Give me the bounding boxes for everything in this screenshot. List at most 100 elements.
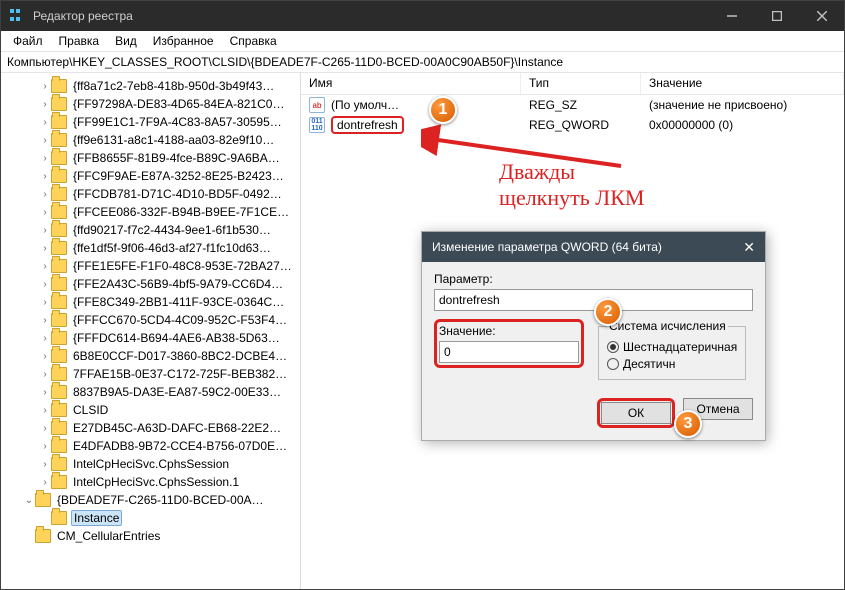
tree-item[interactable]: › E27DB45C-A63D-DAFC-EB68-22E2… — [1, 419, 300, 437]
expand-icon[interactable]: › — [39, 441, 51, 452]
expand-icon[interactable]: › — [39, 153, 51, 164]
folder-icon — [51, 421, 67, 435]
expand-icon[interactable]: › — [39, 315, 51, 326]
tree-item-label: IntelCpHeciSvc.CphsSession — [71, 457, 231, 471]
tree-item[interactable]: Instance — [1, 509, 300, 527]
expand-icon[interactable]: › — [39, 459, 51, 470]
col-name[interactable]: Имя — [301, 73, 521, 94]
folder-icon — [51, 403, 67, 417]
folder-icon — [51, 475, 67, 489]
col-type[interactable]: Тип — [521, 73, 641, 94]
tree-item[interactable]: › 6B8E0CCF-D017-3860-8BC2-DCBE4… — [1, 347, 300, 365]
tree-item-label: {FFB8655F-81B9-4fce-B89C-9A6BA… — [71, 151, 282, 165]
tree-item-label: E27DB45C-A63D-DAFC-EB68-22E2… — [71, 421, 283, 435]
radio-icon — [607, 358, 619, 370]
value-input[interactable] — [439, 341, 579, 363]
tree-item-label: {ff9e6131-a8c1-4188-aa03-82e9f10… — [71, 133, 276, 147]
expand-icon[interactable]: › — [39, 189, 51, 200]
expand-icon[interactable]: › — [39, 405, 51, 416]
tree-item[interactable]: ›7FFAE15B-0E37-C172-725F-BEB382… — [1, 365, 300, 383]
window-buttons — [709, 1, 844, 31]
expand-icon[interactable]: › — [39, 423, 51, 434]
tree-item[interactable]: ⌄{BDEADE7F-C265-11D0-BCED-00A… — [1, 491, 300, 509]
expand-icon[interactable]: › — [39, 387, 51, 398]
radio-dec[interactable]: Десятичн — [607, 357, 737, 371]
tree-item-label: 6B8E0CCF-D017-3860-8BC2-DCBE4… — [71, 349, 289, 363]
folder-icon — [51, 241, 67, 255]
tree-item[interactable]: ›{FFC9F9AE-E87A-3252-8E25-B2423… — [1, 167, 300, 185]
minimize-button[interactable] — [709, 1, 754, 31]
param-label: Параметр: — [434, 272, 753, 286]
expand-icon[interactable]: › — [39, 99, 51, 110]
folder-icon — [51, 295, 67, 309]
titlebar: Редактор реестра — [1, 1, 844, 31]
tree-item[interactable]: ›CLSID — [1, 401, 300, 419]
tree-item[interactable]: CM_CellularEntries — [1, 527, 300, 545]
expand-icon[interactable]: › — [39, 171, 51, 182]
tree-item[interactable]: ›{ff8a71c2-7eb8-418b-950d-3b49f43… — [1, 77, 300, 95]
tree-item[interactable]: ›{FF97298A-DE83-4D65-84EA-821C0… — [1, 95, 300, 113]
menu-help[interactable]: Справка — [222, 34, 285, 48]
value-type: REG_SZ — [521, 98, 641, 112]
expand-icon[interactable]: › — [39, 333, 51, 344]
folder-icon — [51, 205, 67, 219]
tree-item[interactable]: › {FFFDC614-B694-4AE6-AB38-5D63… — [1, 329, 300, 347]
tree-item[interactable]: ›8837B9A5-DA3E-EA87-59C2-00E33… — [1, 383, 300, 401]
value-row[interactable]: ab(По умолч…REG_SZ(значение не присвоено… — [301, 95, 844, 115]
menu-favorites[interactable]: Избранное — [145, 34, 222, 48]
expand-icon[interactable]: › — [39, 351, 51, 362]
expand-icon[interactable]: › — [39, 261, 51, 272]
folder-icon — [51, 277, 67, 291]
radio-hex[interactable]: Шестнадцатеричная — [607, 340, 737, 354]
expand-icon[interactable]: › — [39, 297, 51, 308]
value-name: (По умолч… — [331, 98, 399, 112]
tree-item-label: {FFCDB781-D71C-4D10-BD5F-0492… — [71, 187, 284, 201]
expand-icon[interactable]: › — [39, 135, 51, 146]
menu-file[interactable]: Файл — [5, 34, 51, 48]
key-tree[interactable]: ›{ff8a71c2-7eb8-418b-950d-3b49f43…›{FF97… — [1, 73, 301, 589]
address-text: Компьютер\HKEY_CLASSES_ROOT\CLSID\{BDEAD… — [7, 55, 563, 69]
tree-item[interactable]: ›IntelCpHeciSvc.CphsSession.1 — [1, 473, 300, 491]
tree-item[interactable]: › IntelCpHeciSvc.CphsSession — [1, 455, 300, 473]
menu-edit[interactable]: Правка — [51, 34, 108, 48]
tree-item[interactable]: ›{FFE8C349-2BB1-411F-93CE-0364C… — [1, 293, 300, 311]
folder-icon — [51, 97, 67, 111]
tree-item[interactable]: ›{ffe1df5f-9f06-46d3-af27-f1fc10d63… — [1, 239, 300, 257]
tree-item[interactable]: ›{FFE2A43C-56B9-4bf5-9A79-CC6D4… — [1, 275, 300, 293]
tree-item[interactable]: › {ff9e6131-a8c1-4188-aa03-82e9f10… — [1, 131, 300, 149]
expand-icon[interactable]: › — [39, 81, 51, 92]
folder-icon — [51, 259, 67, 273]
menu-view[interactable]: Вид — [107, 34, 145, 48]
close-button[interactable] — [799, 1, 844, 31]
tree-item[interactable]: ›{FF99E1C1-7F9A-4C83-8A57-30595… — [1, 113, 300, 131]
expand-icon[interactable]: › — [39, 117, 51, 128]
folder-icon — [51, 133, 67, 147]
tree-item[interactable]: ›{FFCEE086-332F-B94B-B9EE-7F1CE… — [1, 203, 300, 221]
tree-item[interactable]: ›{FFE1E5FE-F1F0-48C8-953E-72BA27… — [1, 257, 300, 275]
expand-icon[interactable]: › — [39, 477, 51, 488]
expand-icon[interactable]: › — [39, 207, 51, 218]
address-bar[interactable]: Компьютер\HKEY_CLASSES_ROOT\CLSID\{BDEAD… — [1, 51, 844, 73]
maximize-button[interactable] — [754, 1, 799, 31]
dialog-close-icon[interactable]: ✕ — [743, 239, 755, 256]
tree-item-label: {ffd90217-f7c2-4434-9ee1-6f1b530… — [71, 223, 273, 237]
expand-icon[interactable]: › — [39, 279, 51, 290]
tree-item[interactable]: › {FFCDB781-D71C-4D10-BD5F-0492… — [1, 185, 300, 203]
expand-icon[interactable]: ⌄ — [23, 495, 35, 506]
string-icon: ab — [309, 97, 325, 113]
folder-icon — [51, 511, 67, 525]
expand-icon[interactable]: › — [39, 225, 51, 236]
tree-item[interactable]: ›{FFFCC670-5CD4-4C09-952C-F53F4… — [1, 311, 300, 329]
folder-icon — [35, 493, 51, 507]
tree-item-label: {FFFDC614-B694-4AE6-AB38-5D63… — [71, 331, 282, 345]
tree-item[interactable]: › E4DFADB8-9B72-CCE4-B756-07D0E… — [1, 437, 300, 455]
tree-item[interactable]: › {FFB8655F-81B9-4fce-B89C-9A6BA… — [1, 149, 300, 167]
col-value[interactable]: Значение — [641, 73, 844, 94]
ok-button[interactable]: ОК — [601, 402, 671, 424]
arrow-icon — [421, 121, 631, 181]
folder-icon — [51, 385, 67, 399]
expand-icon[interactable]: › — [39, 243, 51, 254]
tree-item[interactable]: › {ffd90217-f7c2-4434-9ee1-6f1b530… — [1, 221, 300, 239]
expand-icon[interactable]: › — [39, 369, 51, 380]
tree-item-label: E4DFADB8-9B72-CCE4-B756-07D0E… — [71, 439, 289, 453]
